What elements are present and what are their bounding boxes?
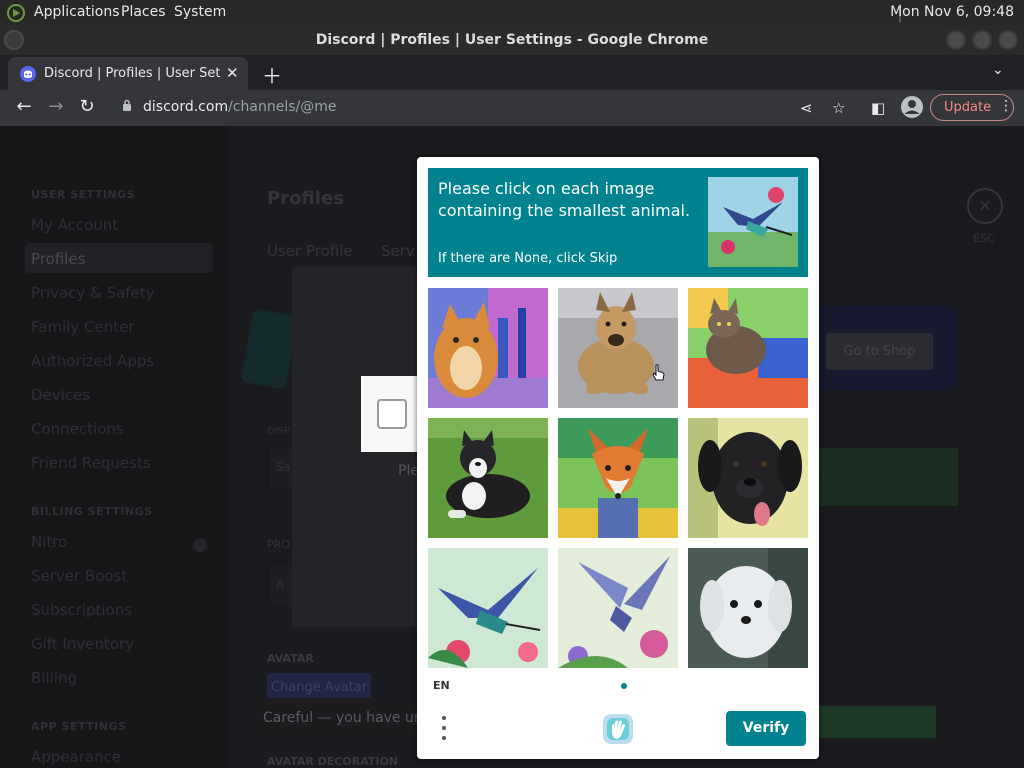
billing-settings-header: BILLING SETTINGS xyxy=(31,505,153,518)
sidebar-item-privacy[interactable]: Privacy & Safety xyxy=(31,284,155,302)
sidebar-item-profiles[interactable]: Profiles xyxy=(31,250,85,268)
close-window-icon[interactable] xyxy=(998,30,1018,50)
captcha-tile-3[interactable] xyxy=(688,288,808,408)
avatar-decoration-header: AVATAR DECORATION xyxy=(267,755,399,768)
gnome-foot-icon[interactable] xyxy=(6,3,26,23)
update-button[interactable]: Update ⋮ xyxy=(930,94,1014,121)
chrome-menu-icon[interactable]: ⋮ xyxy=(999,98,1013,114)
app-settings-header: APP SETTINGS xyxy=(31,720,127,733)
nitro-badge xyxy=(193,538,207,552)
tab-user-profile[interactable]: User Profile xyxy=(267,242,353,260)
captcha-challenge: Please click on each image containing th… xyxy=(417,157,819,759)
page-indicator-dot xyxy=(621,683,627,689)
captcha-tile-5[interactable] xyxy=(558,418,678,538)
update-label: Update xyxy=(944,100,992,115)
language-selector[interactable]: EN xyxy=(433,679,450,692)
url-text[interactable]: discord.com/channels/@me xyxy=(143,99,336,115)
side-panel-icon[interactable]: ◧ xyxy=(871,99,885,117)
display-name-label: DISP xyxy=(267,426,291,437)
lock-icon[interactable] xyxy=(122,99,132,111)
captcha-tile-1[interactable] xyxy=(428,288,548,408)
captcha-tile-9[interactable] xyxy=(688,548,808,668)
forward-icon[interactable]: → xyxy=(44,96,68,120)
discord-favicon-icon xyxy=(20,66,36,82)
captcha-tile-6[interactable] xyxy=(688,418,808,538)
captcha-menu-icon[interactable] xyxy=(439,713,449,743)
sidebar-item-authorized-apps[interactable]: Authorized Apps xyxy=(31,352,154,370)
clock[interactable]: Mon Nov 6, 09:48 xyxy=(890,4,1014,20)
tab-server-profiles[interactable]: Serv xyxy=(381,242,415,260)
top-panel: Applications Places System Mon Nov 6, 09… xyxy=(0,0,1024,25)
esc-label: ESC xyxy=(973,232,995,245)
sidebar-item-gift-inventory[interactable]: Gift Inventory xyxy=(31,635,134,653)
tab-search-chevron-icon[interactable]: ⌄ xyxy=(992,62,1004,78)
captcha-tile-2[interactable] xyxy=(558,288,678,408)
sidebar-item-my-account[interactable]: My Account xyxy=(31,216,118,234)
profile-art-decoration xyxy=(240,308,299,390)
captcha-checkbox[interactable] xyxy=(377,399,407,429)
sidebar-item-appearance[interactable]: Appearance xyxy=(31,748,121,766)
bookmark-star-icon[interactable]: ☆ xyxy=(832,99,845,117)
sidebar-item-devices[interactable]: Devices xyxy=(31,386,90,404)
reload-icon[interactable]: ↻ xyxy=(75,96,99,120)
window-title: Discord | Profiles | User Settings - Goo… xyxy=(315,32,709,48)
modal-text: Ple xyxy=(398,463,419,479)
window-titlebar: Discord | Profiles | User Settings - Goo… xyxy=(0,25,1024,55)
sidebar-item-nitro[interactable]: Nitro xyxy=(31,533,67,551)
captcha-tile-4[interactable] xyxy=(428,418,548,538)
tab-close-icon[interactable]: ✕ xyxy=(226,64,239,82)
save-changes-button[interactable] xyxy=(818,706,936,738)
maximize-icon[interactable] xyxy=(972,30,992,50)
captcha-prompt: Please click on each image containing th… xyxy=(428,168,808,277)
captcha-tile-7[interactable] xyxy=(428,548,548,668)
settings-sidebar: USER SETTINGS My Account Profiles Privac… xyxy=(0,126,228,768)
sidebar-item-friend-requests[interactable]: Friend Requests xyxy=(31,454,151,472)
places-menu[interactable]: Places xyxy=(121,4,166,20)
skip-hint: If there are None, click Skip xyxy=(438,251,618,266)
avatar-header: AVATAR xyxy=(267,652,314,665)
user-settings-header: USER SETTINGS xyxy=(31,188,136,201)
system-menu[interactable]: System xyxy=(174,4,226,20)
profile-avatar-icon[interactable] xyxy=(901,96,923,118)
mouse-pointer-icon xyxy=(652,364,665,381)
sidebar-item-billing[interactable]: Billing xyxy=(31,669,77,687)
page-title: Profiles xyxy=(267,188,344,209)
go-to-shop-button[interactable]: Go to Shop xyxy=(826,333,933,370)
prompt-text: Please click on each image containing th… xyxy=(438,179,691,220)
unsaved-changes-notice: Careful — you have un xyxy=(249,698,419,740)
tab-discord[interactable]: Discord | Profiles | User Settings ✕ xyxy=(8,57,248,90)
new-tab-icon[interactable]: ＋ xyxy=(262,60,282,89)
close-settings-icon[interactable]: ✕ xyxy=(967,188,1003,224)
example-hummingbird-image xyxy=(708,177,798,267)
applications-menu[interactable]: Applications xyxy=(34,4,120,20)
sidebar-item-server-boost[interactable]: Server Boost xyxy=(31,567,127,585)
sidebar-item-subscriptions[interactable]: Subscriptions xyxy=(31,601,132,619)
sidebar-item-family-center[interactable]: Family Center xyxy=(31,318,135,336)
pronouns-field[interactable]: A xyxy=(270,566,294,606)
tab-strip: Discord | Profiles | User Settings ✕ xyxy=(0,55,1024,90)
address-bar[interactable]: discord.com/channels/@me xyxy=(112,94,852,121)
back-icon[interactable]: ← xyxy=(12,96,36,120)
verify-button[interactable]: Verify xyxy=(726,711,806,746)
pronouns-label: PRO xyxy=(267,538,290,551)
hcaptcha-logo-icon[interactable] xyxy=(601,712,635,746)
nitro-preview-panel xyxy=(818,448,958,506)
display-name-field[interactable]: Sa xyxy=(270,448,294,488)
minimize-icon[interactable] xyxy=(946,30,966,50)
captcha-tile-8[interactable] xyxy=(558,548,678,668)
sidebar-item-connections[interactable]: Connections xyxy=(31,420,124,438)
share-icon[interactable]: ⋖ xyxy=(800,99,813,117)
tab-label: Discord | Profiles | User Settings xyxy=(44,66,220,81)
